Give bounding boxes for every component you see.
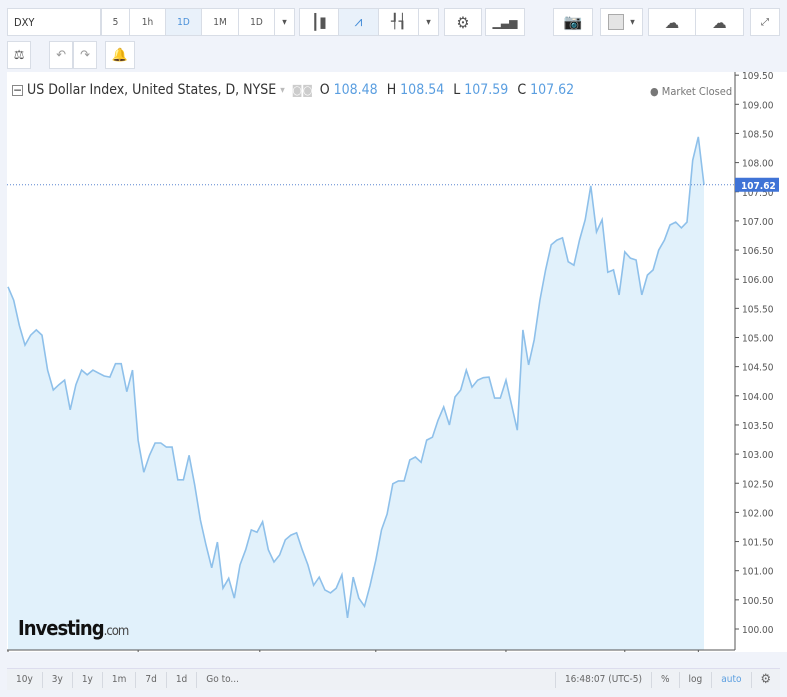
- range-1m[interactable]: 1m: [103, 672, 137, 688]
- range-7d[interactable]: 7d: [136, 672, 166, 688]
- fullscreen-icon[interactable]: ⤢: [750, 8, 780, 36]
- open-value: 108.48: [334, 82, 378, 98]
- y-tick-label: 100.00: [742, 625, 774, 636]
- legend-dropdown-icon[interactable]: ▾: [280, 85, 285, 96]
- cloud-group: ☁ ☁: [648, 8, 744, 36]
- y-tick-label: 108.00: [742, 159, 774, 170]
- high-label: H: [387, 82, 396, 98]
- y-tick-label: 103.00: [742, 450, 774, 461]
- legend-title: US Dollar Index, United States, D, NYSE: [27, 82, 276, 98]
- interval-dropdown-icon[interactable]: ▾: [275, 8, 295, 36]
- market-status: ● Market Closed: [650, 85, 732, 98]
- indicators-dropdown-icon[interactable]: ▾: [419, 8, 439, 36]
- market-status-text: Market Closed: [662, 85, 732, 98]
- price-chart[interactable]: 100.00 100.50 101.00 101.50 102.00 102.50 103.…: [7, 72, 787, 652]
- y-tick-label: 106.50: [742, 246, 774, 257]
- y-tick-label: 103.50: [742, 421, 774, 432]
- interval-group: 5 1h 1D 1M 1D ▾: [101, 8, 295, 36]
- clock: 16:48:07 (UTC-5): [556, 672, 652, 688]
- y-tick-label: 108.50: [742, 129, 774, 140]
- range-1d[interactable]: 1d: [167, 672, 197, 688]
- logo-text: Investing: [18, 616, 104, 640]
- log-toggle[interactable]: log: [680, 672, 713, 688]
- y-tick-label: 105.00: [742, 334, 774, 345]
- area-fill: [8, 137, 704, 650]
- line-chart-icon[interactable]: ⩘: [339, 8, 379, 36]
- undo-icon[interactable]: ↶: [49, 41, 73, 69]
- open-label: O: [320, 82, 330, 98]
- y-tick-label: 104.50: [742, 363, 774, 374]
- y-tick-label: 104.00: [742, 392, 774, 403]
- interval-custom[interactable]: 1D: [239, 8, 275, 36]
- investing-logo: Investing.com: [18, 616, 128, 640]
- cloud-upload-icon[interactable]: ☁: [696, 8, 744, 36]
- indicators-icon[interactable]: ┦┧: [379, 8, 419, 36]
- axis-settings-icon[interactable]: ⚙: [752, 672, 781, 688]
- balance-scale-icon[interactable]: ⚖: [7, 41, 31, 69]
- y-tick-label: 109.00: [742, 100, 774, 111]
- goto-button[interactable]: Go to...: [197, 672, 556, 688]
- settings-gear-icon[interactable]: ⚙: [444, 8, 482, 36]
- y-tick-label: 101.00: [742, 567, 774, 578]
- interval-5[interactable]: 5: [101, 8, 130, 36]
- range-3y[interactable]: 3y: [43, 672, 73, 688]
- legend-visibility-icon[interactable]: ◙◙: [292, 83, 313, 97]
- camera-icon[interactable]: 📷: [553, 8, 593, 36]
- chart-panel[interactable]: 100.00 100.50 101.00 101.50 102.00 102.50 103.…: [7, 72, 787, 652]
- collapse-icon[interactable]: −: [12, 85, 23, 96]
- high-value: 108.54: [400, 82, 444, 98]
- color-swatch: [608, 14, 624, 30]
- interval-1m[interactable]: 1M: [202, 8, 239, 36]
- close-label: C: [517, 82, 526, 98]
- y-tick-label: 107.00: [742, 217, 774, 228]
- chart-type-group: ┃▮ ⩘ ┦┧ ▾: [299, 8, 439, 36]
- close-value: 107.62: [530, 82, 574, 98]
- logo-suffix: .com: [104, 624, 129, 639]
- compare-chart-icon[interactable]: ▁▃▅: [485, 8, 525, 36]
- low-label: L: [453, 82, 460, 98]
- symbol-input[interactable]: DXY: [7, 8, 101, 36]
- range-10y[interactable]: 10y: [7, 672, 43, 688]
- y-tick-label: 105.50: [742, 304, 774, 315]
- redo-icon[interactable]: ↷: [73, 41, 97, 69]
- y-tick-label: 106.00: [742, 275, 774, 286]
- percent-toggle[interactable]: %: [652, 672, 680, 688]
- y-tick-label: 109.50: [742, 72, 774, 82]
- y-tick-label: 101.50: [742, 538, 774, 549]
- color-picker-button[interactable]: ▾: [600, 8, 643, 36]
- y-tick-label: 100.50: [742, 596, 774, 607]
- interval-1h[interactable]: 1h: [130, 8, 166, 36]
- chart-legend: − US Dollar Index, United States, D, NYS…: [12, 82, 574, 98]
- low-value: 107.59: [464, 82, 508, 98]
- cloud-download-icon[interactable]: ☁: [648, 8, 696, 36]
- candlestick-icon[interactable]: ┃▮: [299, 8, 339, 36]
- y-tick-label: 102.00: [742, 508, 774, 519]
- auto-toggle[interactable]: auto: [712, 672, 751, 688]
- last-price-label: 107.62: [741, 181, 776, 192]
- range-1y[interactable]: 1y: [73, 672, 103, 688]
- bottom-bar: 10y 3y 1y 1m 7d 1d Go to... 16:48:07 (UT…: [7, 668, 780, 690]
- interval-1d[interactable]: 1D: [166, 8, 202, 36]
- y-tick-label: 102.50: [742, 479, 774, 490]
- alert-bell-icon[interactable]: 🔔: [105, 41, 135, 69]
